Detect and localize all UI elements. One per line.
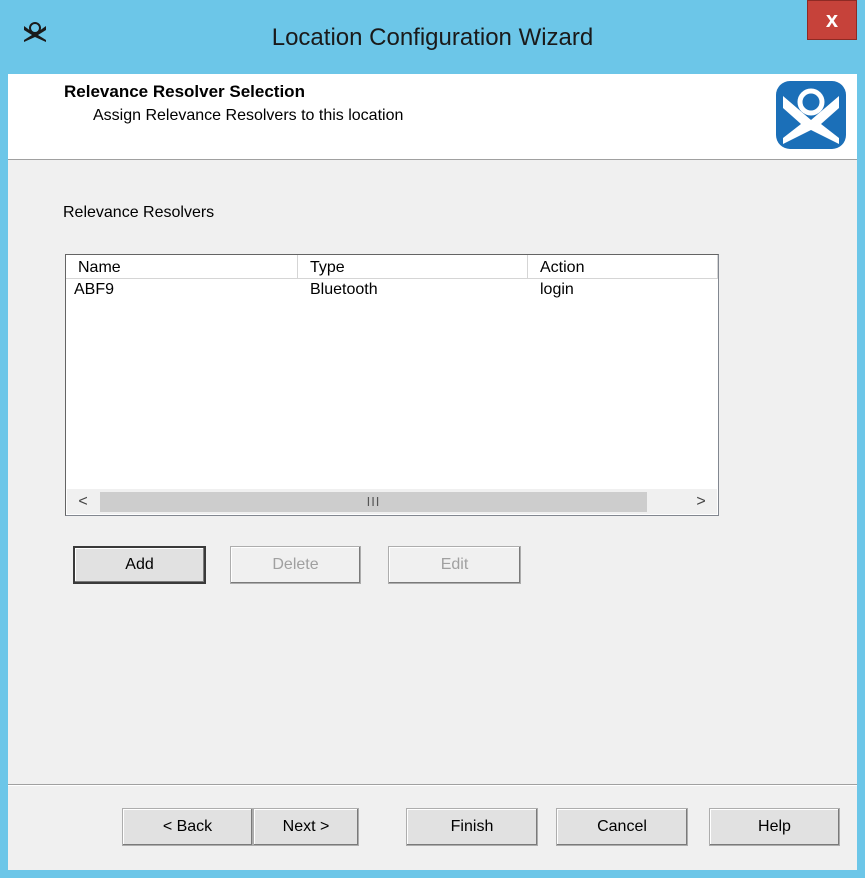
list-header: Name Type Action [66,255,718,280]
add-button[interactable]: Add [73,546,206,584]
cell-name: ABF9 [74,281,115,298]
thinstuff-logo-icon [776,81,846,149]
cell-type: Bluetooth [310,281,378,298]
help-button[interactable]: Help [709,808,840,846]
scroll-left-button[interactable]: < [67,490,99,514]
horizontal-scrollbar[interactable]: < III > [67,489,717,514]
finish-button[interactable]: Finish [406,808,538,846]
scroll-grip-icon: III [366,494,381,509]
footer-divider-highlight [8,785,857,786]
cell-action: login [540,281,574,298]
page-title: Relevance Resolver Selection [64,82,305,101]
page-subtitle: Assign Relevance Resolvers to this locat… [93,107,404,124]
relevance-resolvers-label: Relevance Resolvers [63,204,215,221]
close-button[interactable]: x [807,0,857,40]
next-button[interactable]: Next > [253,808,359,846]
scroll-thumb[interactable]: III [100,492,647,512]
cancel-button[interactable]: Cancel [556,808,688,846]
list-item[interactable]: ABF9 Bluetooth login [66,279,718,301]
wizard-header: Relevance Resolver Selection Assign Rele… [8,74,857,160]
column-header-type[interactable]: Type [298,255,528,279]
wizard-client-area: Relevance Resolver Selection Assign Rele… [8,74,857,870]
resolver-list[interactable]: Name Type Action ABF9 Bluetooth login < … [65,254,719,516]
delete-button[interactable]: Delete [230,546,361,584]
title-bar: Location Configuration Wizard x [0,0,865,74]
window-title: Location Configuration Wizard [271,24,594,51]
scroll-right-button[interactable]: > [685,490,717,514]
back-button[interactable]: < Back [122,808,253,846]
edit-button[interactable]: Edit [388,546,521,584]
column-header-action[interactable]: Action [528,255,718,279]
column-header-name[interactable]: Name [66,255,298,279]
